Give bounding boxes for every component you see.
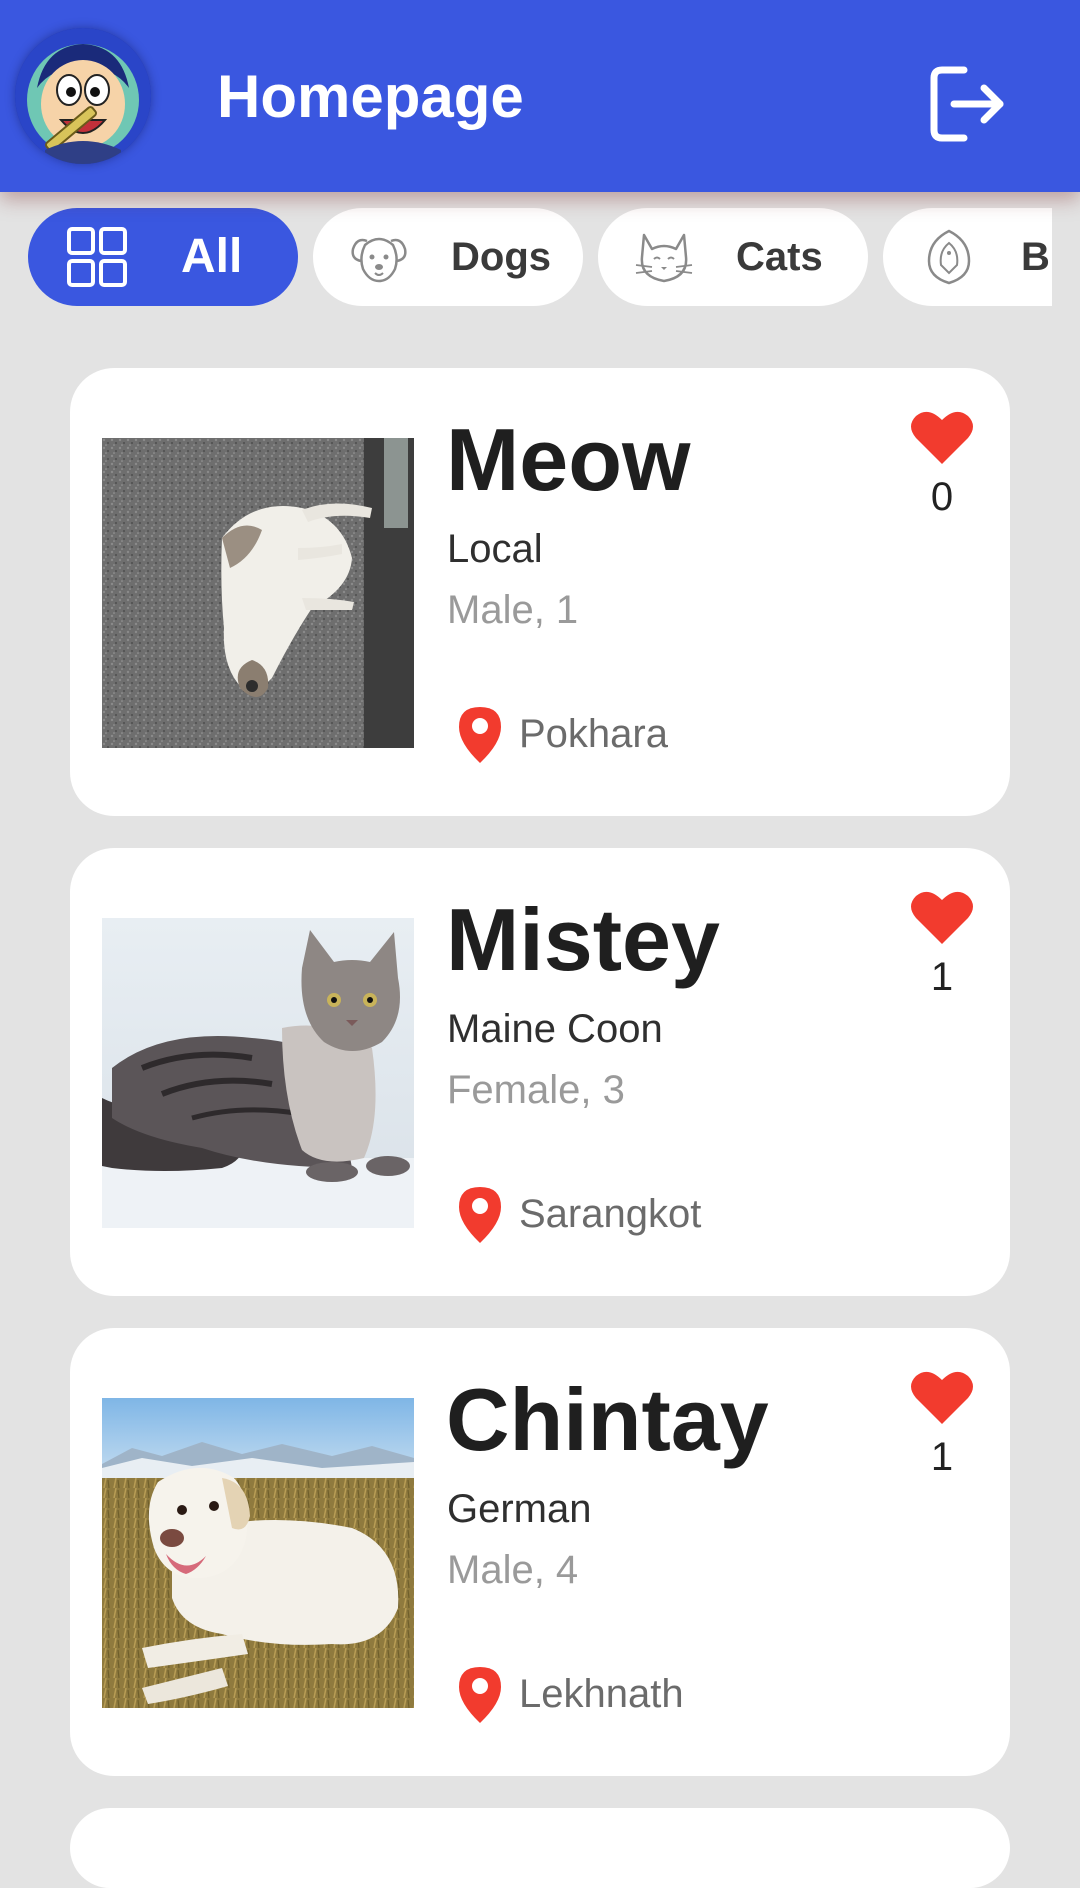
bird-icon — [927, 229, 971, 285]
avatar[interactable] — [15, 28, 151, 164]
category-filter-bar: All Dogs Cats B — [0, 208, 1052, 308]
filter-chip-label: Cats — [736, 235, 823, 279]
dog-icon — [351, 237, 407, 283]
pet-location: Pokhara — [519, 712, 668, 756]
pet-sex-age: Male, 1 — [447, 588, 579, 632]
pet-photo — [102, 438, 414, 748]
logout-button[interactable] — [928, 64, 1008, 144]
heart-icon[interactable] — [910, 888, 974, 946]
pet-card[interactable] — [70, 1808, 1010, 1888]
filter-chip-dogs[interactable]: Dogs — [313, 208, 583, 306]
white-labrador-dog-image — [102, 1398, 414, 1708]
pet-card[interactable]: Chintay German Male, 4 Lekhnath 1 — [70, 1328, 1010, 1776]
like-count: 1 — [930, 955, 954, 999]
heart-icon[interactable] — [910, 1368, 974, 1426]
pet-card[interactable]: Meow Local Male, 1 Pokhara 0 — [70, 368, 1010, 816]
cat-icon — [635, 233, 693, 283]
pet-location: Lekhnath — [519, 1672, 684, 1716]
filter-chip-cats[interactable]: Cats — [598, 208, 868, 306]
grid-icon — [67, 227, 127, 287]
pet-breed: Local — [447, 527, 543, 571]
filter-chip-label: Bi — [1021, 235, 1052, 279]
pet-sex-age: Male, 4 — [447, 1548, 579, 1592]
like-count: 0 — [930, 475, 954, 519]
filter-chip-birds[interactable]: Bi — [883, 208, 1052, 306]
maine-coon-cat-image — [102, 918, 414, 1228]
app-bar: Homepage — [0, 0, 1080, 192]
filter-chip-all[interactable]: All — [28, 208, 298, 306]
pet-location: Sarangkot — [519, 1192, 702, 1236]
heart-icon[interactable] — [910, 408, 974, 466]
like-count: 1 — [930, 1435, 954, 1479]
pet-breed: German — [447, 1487, 592, 1531]
pet-name: Meow — [446, 410, 691, 509]
pet-photo — [102, 1398, 414, 1708]
filter-chip-label: Dogs — [451, 235, 551, 279]
logout-icon — [930, 66, 1004, 142]
filter-chip-label: All — [181, 230, 243, 283]
location-pin-icon — [459, 1187, 501, 1243]
cat-lying-on-concrete-image — [102, 438, 414, 748]
location-pin-icon — [459, 1667, 501, 1723]
pet-name: Mistey — [446, 890, 720, 989]
pet-card[interactable]: Mistey Maine Coon Female, 3 Sarangkot 1 — [70, 848, 1010, 1296]
pet-sex-age: Female, 3 — [447, 1068, 625, 1112]
pet-breed: Maine Coon — [447, 1007, 663, 1051]
cartoon-avatar-icon — [15, 28, 151, 164]
location-pin-icon — [459, 707, 501, 763]
page-title: Homepage — [217, 63, 524, 130]
pet-photo — [102, 918, 414, 1228]
pet-name: Chintay — [446, 1370, 769, 1469]
